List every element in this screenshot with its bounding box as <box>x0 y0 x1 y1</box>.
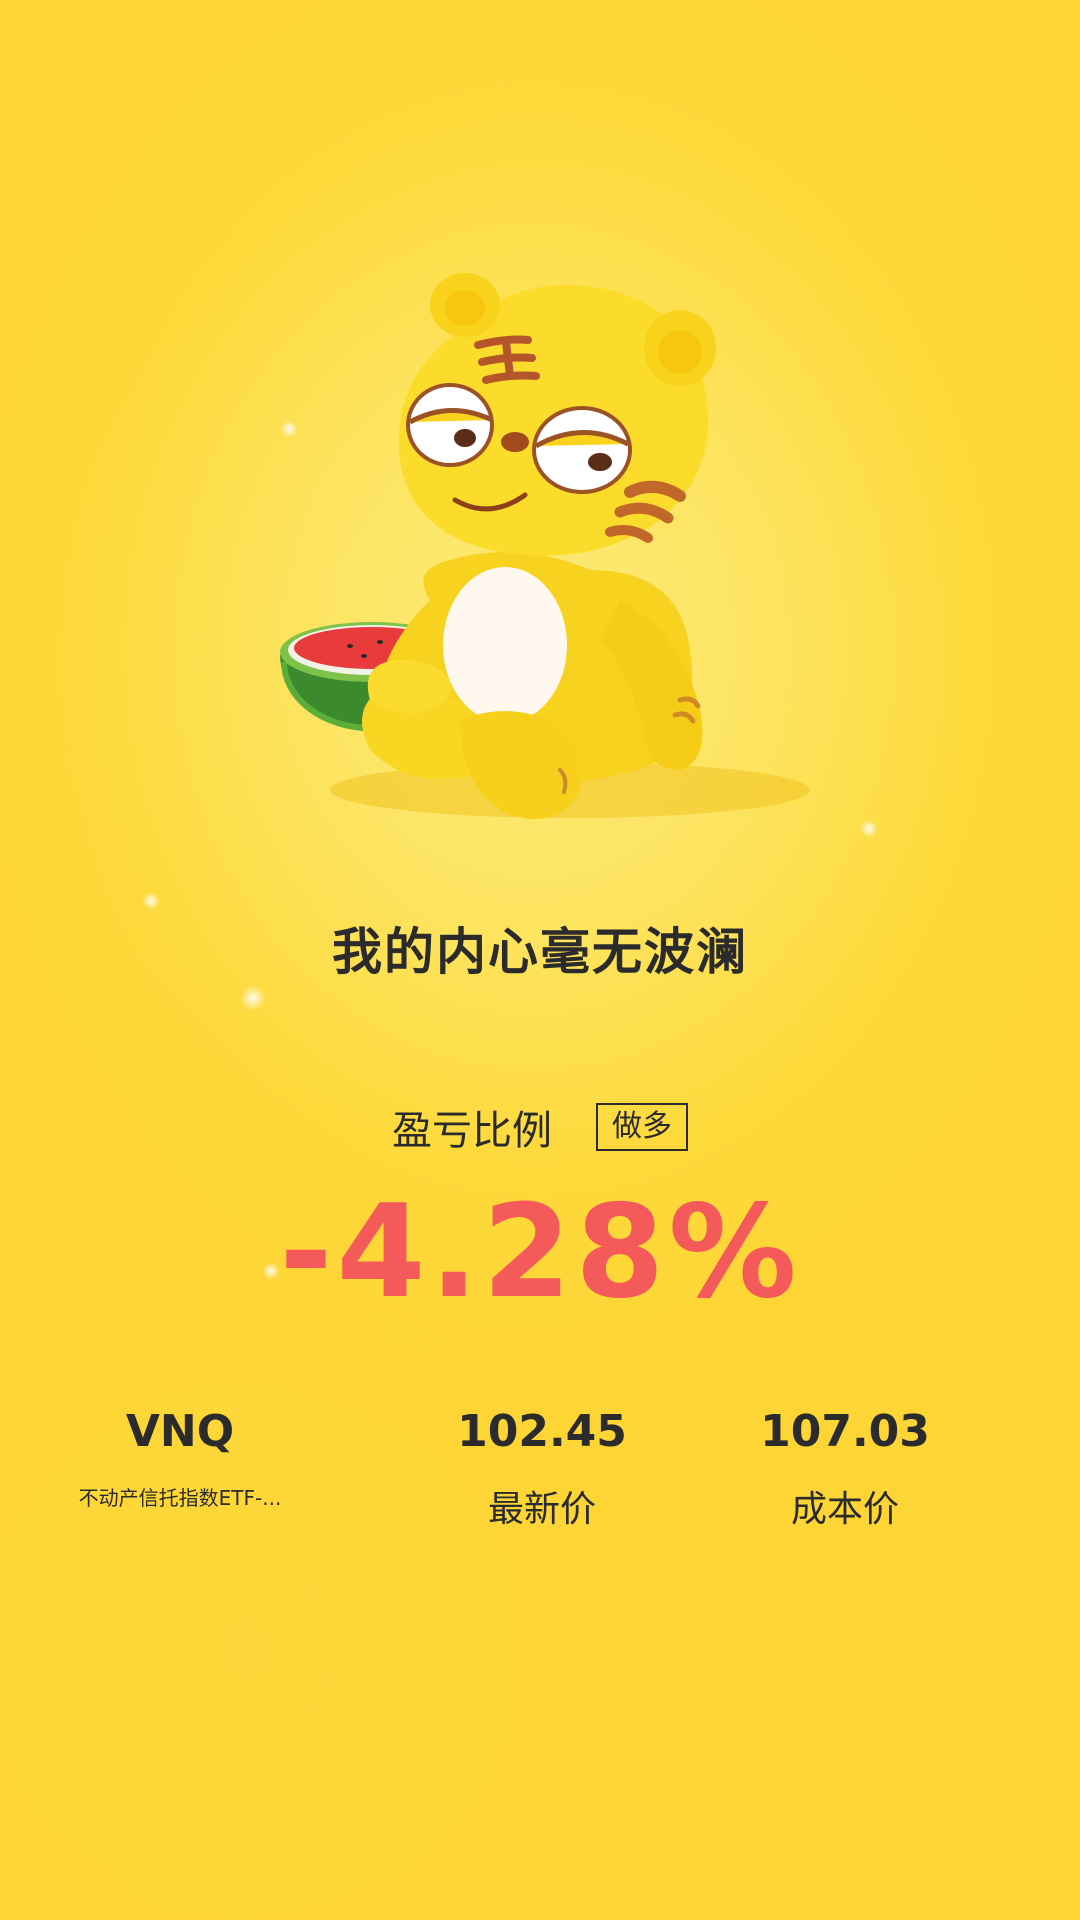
tiger-mascot-illustration <box>260 270 820 850</box>
symbol-name: 不动产信托指数ETF-... <box>78 1486 282 1510</box>
sparkle-decoration <box>240 985 266 1011</box>
sparkle-decoration <box>860 820 878 838</box>
cost-price-value: 107.03 <box>760 1406 930 1457</box>
profit-ratio-value: -4.28% <box>279 1178 801 1327</box>
position-direction-badge: 做多 <box>596 1103 688 1151</box>
sparkle-decoration <box>142 892 160 910</box>
cost-price-column: 107.03 成本价 <box>665 1402 1025 1532</box>
profit-ratio-label: 盈亏比例 <box>392 1108 552 1154</box>
background-glow-lower <box>0 1300 700 1920</box>
profit-ratio-row: 盈亏比例 做多 <box>0 1098 1080 1156</box>
headline-text: 我的内心毫无波澜 <box>332 923 748 981</box>
stats-row: VNQ 不动产信托指数ETF-... 102.45 最新价 107.03 成本价 <box>0 1402 1080 1542</box>
share-card: 我的内心毫无波澜 盈亏比例 做多 -4.28% VNQ 不动产信托指数ETF-.… <box>0 0 1080 1920</box>
cost-price-label: 成本价 <box>790 1489 899 1530</box>
symbol-ticker: VNQ <box>125 1406 235 1457</box>
